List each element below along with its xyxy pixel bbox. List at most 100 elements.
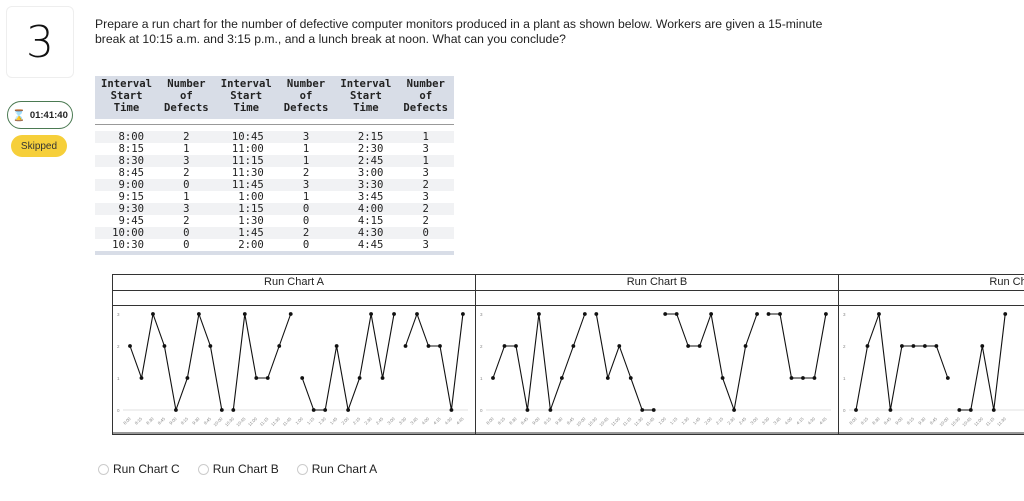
x-tick-label: 9:15 [906, 416, 916, 426]
y-tick-label: 0 [117, 408, 120, 413]
x-tick-label: 10:30 [950, 416, 962, 428]
y-tick-label: 3 [843, 312, 846, 317]
data-point [162, 344, 167, 348]
interval-start-time: 10:30 [95, 239, 159, 251]
y-tick-label: 2 [480, 344, 483, 349]
x-tick-label: 2:15 [352, 416, 362, 426]
x-tick-label: 3:00 [386, 416, 396, 426]
x-tick-label: 10:45 [235, 416, 247, 428]
data-point [461, 312, 465, 316]
defect-count: 2 [397, 215, 455, 227]
x-tick-label: 4:00 [784, 416, 794, 426]
defect-count: 0 [277, 239, 335, 251]
table-header-cell: Number of Defects [277, 76, 335, 119]
x-tick-label: 2:45 [375, 416, 385, 426]
data-point [559, 376, 564, 380]
defect-count: 1 [397, 131, 455, 143]
x-tick-label: 11:45 [282, 416, 293, 427]
x-tick-label: 4:45 [818, 416, 828, 426]
interval-start-time: 2:45 [334, 155, 398, 167]
interval-start-time: 9:45 [95, 215, 159, 227]
x-tick-label: 11:00 [610, 416, 621, 427]
table-header-cell: Interval Start Time [214, 76, 278, 119]
hourglass-icon: ⌛ [12, 109, 26, 122]
data-point [438, 344, 442, 348]
interval-start-time: 2:30 [334, 143, 398, 155]
data-point [426, 344, 431, 348]
defect-count: 0 [277, 215, 335, 227]
defect-count: 1 [277, 143, 335, 155]
y-tick-label: 3 [480, 312, 483, 317]
defect-count: 2 [158, 167, 215, 179]
x-tick-label: 4:15 [432, 416, 442, 426]
run-line-segment [404, 312, 464, 411]
x-tick-label: 8:00 [122, 416, 132, 426]
defect-count: 3 [277, 131, 335, 143]
data-point [674, 312, 679, 316]
x-tick-label: 10:00 [212, 416, 224, 428]
x-tick-label: 2:00 [703, 416, 713, 426]
data-point [300, 376, 305, 380]
data-point [663, 312, 668, 316]
defect-count: 0 [158, 179, 215, 191]
x-tick-label: 11:30 [996, 416, 1007, 427]
interval-start-time: 4:45 [334, 239, 398, 251]
x-tick-label: 9:45 [203, 416, 213, 426]
x-tick-label: 9:45 [929, 416, 939, 426]
x-tick-label: 9:30 [191, 416, 201, 426]
x-tick-label: 2:00 [340, 416, 350, 426]
interval-start-time: 8:30 [95, 155, 159, 167]
data-point [219, 408, 224, 412]
x-tick-label: 10:00 [938, 416, 950, 428]
radio-button[interactable] [98, 463, 109, 475]
interval-start-time: 8:00 [95, 131, 159, 143]
data-point [208, 344, 213, 348]
x-tick-label: 9:30 [917, 416, 927, 426]
y-tick-label: 1 [843, 376, 846, 381]
x-tick-label: 8:30 [145, 416, 155, 426]
data-point [812, 376, 817, 380]
x-tick-label: 8:15 [134, 416, 144, 426]
data-point [231, 408, 236, 412]
radio-button[interactable] [197, 463, 209, 475]
answer-option[interactable]: Run Chart A [296, 462, 378, 476]
x-tick-label: 3:00 [749, 416, 759, 426]
y-tick-label: 1 [117, 376, 120, 381]
data-point [865, 344, 870, 348]
x-tick-label: 8:00 [485, 416, 495, 426]
defect-count: 3 [397, 191, 455, 203]
x-tick-label: 8:15 [860, 416, 870, 426]
option-label: Run Chart A [311, 462, 378, 476]
x-tick-label: 3:45 [772, 416, 782, 426]
table-header-cell: Interval Start Time [334, 76, 398, 119]
radio-button[interactable] [296, 463, 308, 475]
run-chart-a: Run Chart A 0 1 2 3 8:00 8:15 8:30 8:45 9:00 9:15… [112, 274, 475, 435]
x-tick-label: 1:45 [329, 416, 339, 426]
interval-start-time: 1:45 [214, 227, 278, 239]
interval-start-time: 4:00 [334, 203, 398, 215]
data-point [265, 376, 270, 380]
x-tick-label: 11:15 [985, 416, 996, 427]
run-line-segment [492, 313, 586, 411]
data-point [640, 408, 645, 412]
data-point [174, 408, 178, 412]
answer-option[interactable]: Run Chart C [98, 462, 180, 476]
data-point [934, 344, 939, 348]
table-row: 8:15 1 11:00 1 2:30 3 [95, 143, 455, 155]
table-row: 9:00 0 11:45 3 3:30 2 [95, 179, 455, 191]
x-tick-label: 4:30 [807, 416, 817, 426]
data-point [732, 408, 736, 412]
table-header-cell: Interval Start Time [95, 76, 159, 119]
data-point [824, 312, 828, 316]
run-charts-area: Run Chart A 0 1 2 3 8:00 8:15 8:30 8:45 9:00 9:15… [112, 274, 1024, 435]
x-tick-label: 8:30 [508, 416, 518, 426]
interval-start-time: 11:45 [214, 179, 278, 191]
data-point [709, 312, 714, 316]
run-line-segment [301, 313, 395, 413]
interval-start-time: 9:15 [95, 191, 159, 203]
defect-count: 1 [158, 191, 215, 203]
y-tick-label: 0 [480, 408, 483, 413]
answer-option[interactable]: Run Chart B [197, 462, 279, 476]
defect-count: 3 [397, 143, 455, 155]
data-point [369, 312, 373, 316]
